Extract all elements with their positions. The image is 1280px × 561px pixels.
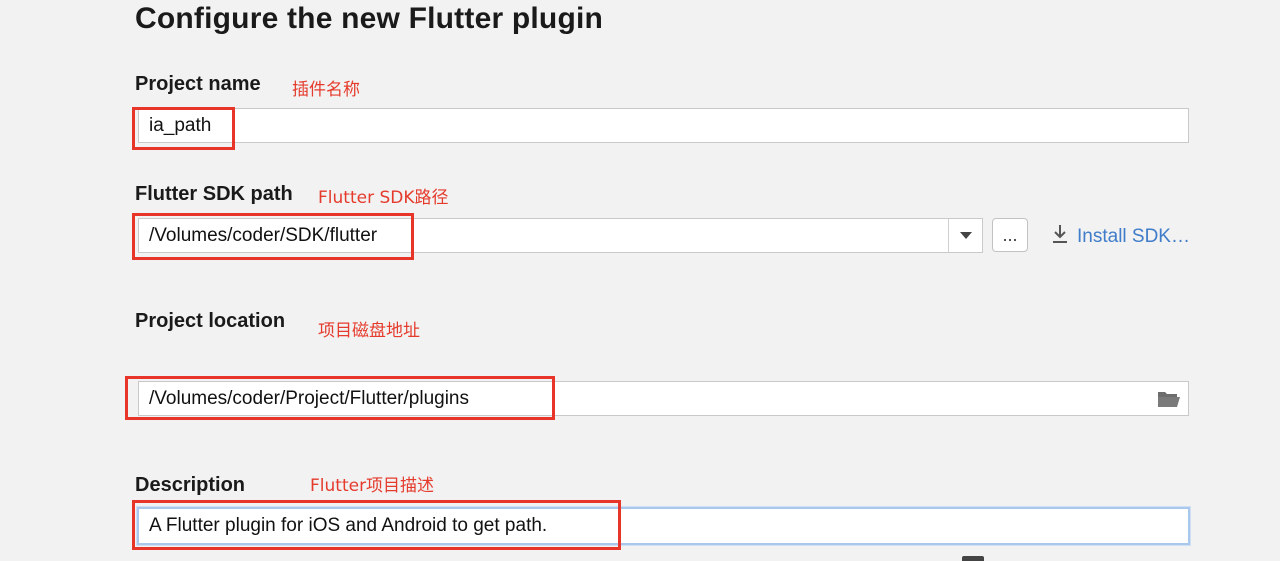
download-icon — [1051, 224, 1069, 250]
description-annotation: Flutter项目描述 — [310, 476, 435, 496]
project-name-input[interactable]: ia_path — [138, 108, 1189, 143]
chevron-down-icon — [959, 227, 972, 245]
project-name-label: Project name — [135, 73, 261, 95]
checkbox-edge[interactable] — [962, 556, 984, 561]
install-sdk-label: Install SDK… — [1077, 226, 1190, 247]
project-location-input[interactable]: /Volumes/coder/Project/Flutter/plugins — [138, 381, 1189, 416]
sdk-path-label: Flutter SDK path — [135, 183, 293, 205]
project-location-label: Project location — [135, 310, 286, 332]
sdk-path-value: /Volumes/coder/SDK/flutter — [149, 224, 378, 246]
sdk-path-dropdown-button[interactable] — [948, 219, 982, 252]
description-input[interactable]: A Flutter plugin for iOS and Android to … — [137, 507, 1190, 545]
project-location-value: /Volumes/coder/Project/Flutter/plugins — [149, 387, 469, 409]
project-location-annotation: 项目磁盘地址 — [318, 321, 420, 341]
sdk-path-annotation: Flutter SDK路径 — [318, 188, 449, 208]
configure-plugin-page: Configure the new Flutter plugin Project… — [0, 0, 1280, 561]
sdk-path-combobox[interactable]: /Volumes/coder/SDK/flutter — [138, 218, 983, 253]
install-sdk-link[interactable]: Install SDK… — [1051, 224, 1190, 250]
description-label: Description — [135, 474, 246, 496]
project-name-annotation: 插件名称 — [292, 80, 360, 100]
folder-icon[interactable] — [1156, 388, 1182, 410]
description-value: A Flutter plugin for iOS and Android to … — [149, 515, 548, 536]
project-name-value: ia_path — [149, 114, 212, 136]
page-title: Configure the new Flutter plugin — [135, 2, 604, 35]
sdk-browse-button[interactable]: ... — [992, 218, 1028, 252]
